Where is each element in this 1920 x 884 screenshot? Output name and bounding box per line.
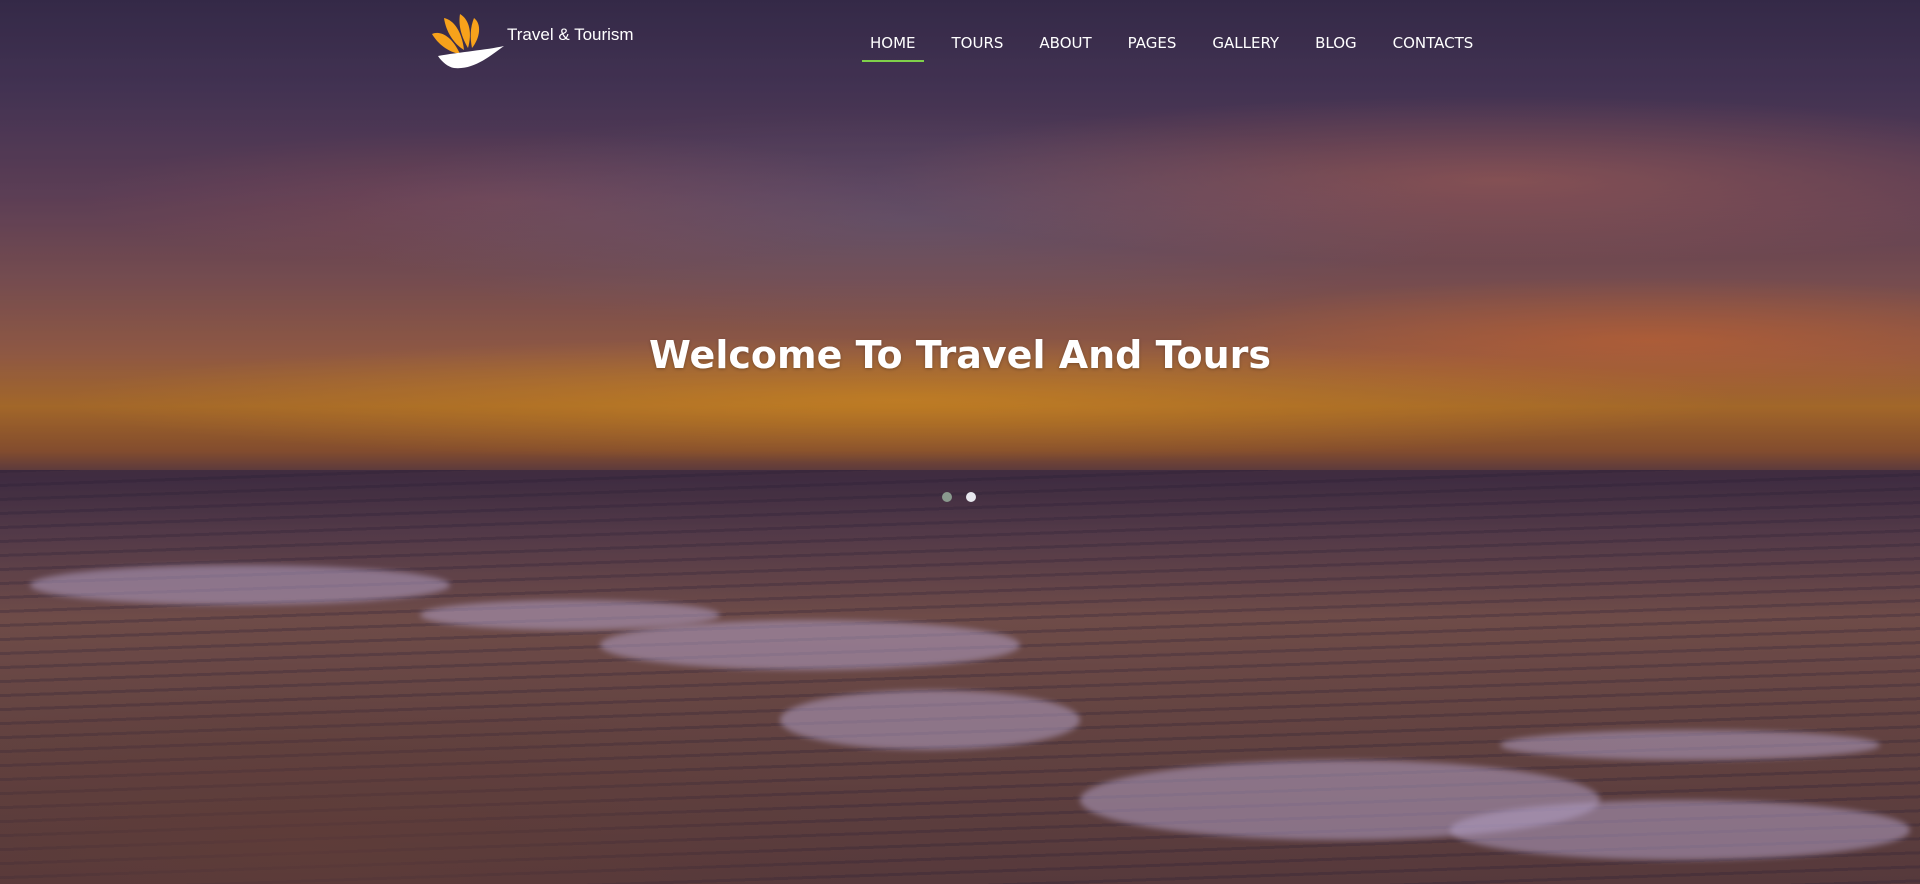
- hero-overlay: [0, 0, 1920, 884]
- nav-item-gallery[interactable]: GALLERY: [1212, 30, 1279, 62]
- brand-name: Travel & Tourism: [507, 25, 634, 44]
- sunrise-wave-logo-icon: [432, 14, 504, 69]
- nav-item-about[interactable]: ABOUT: [1039, 30, 1091, 62]
- hero-headline: Welcome To Travel And Tours: [648, 333, 1271, 377]
- hero-section: Travel & Tourism HOME TOURS ABOUT PAGES …: [0, 0, 1920, 884]
- slider-pagination: [942, 492, 976, 502]
- nav-item-contacts[interactable]: CONTACTS: [1393, 30, 1474, 62]
- nav-item-blog[interactable]: BLOG: [1315, 30, 1357, 62]
- main-nav: HOME TOURS ABOUT PAGES GALLERY BLOG CONT…: [862, 30, 1509, 62]
- slider-dot-2[interactable]: [966, 492, 976, 502]
- nav-item-tours[interactable]: TOURS: [952, 30, 1004, 62]
- brand-logo[interactable]: Travel & Tourism: [430, 12, 650, 72]
- slider-dot-1[interactable]: [942, 492, 952, 502]
- nav-item-home[interactable]: HOME: [862, 30, 923, 62]
- nav-item-pages[interactable]: PAGES: [1128, 30, 1177, 62]
